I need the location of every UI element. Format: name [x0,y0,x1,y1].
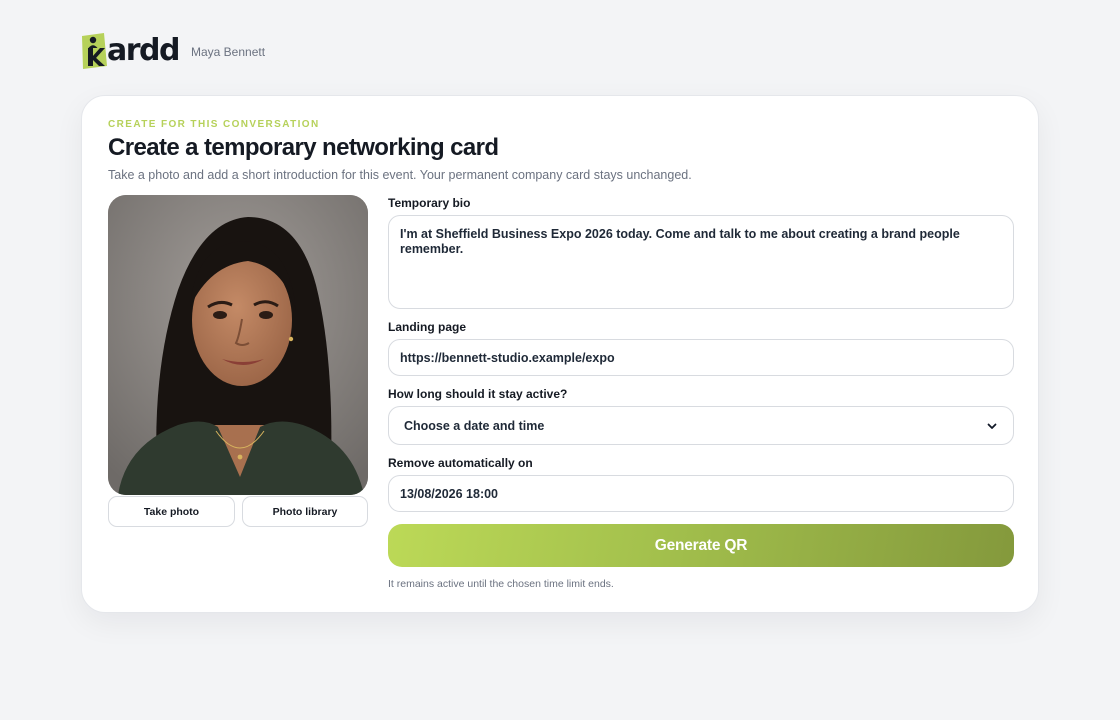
logo-k-mark-icon [80,32,108,70]
duration-label: How long should it stay active? [388,387,568,401]
bio-text: I'm at Sheffield Business Expo 2026 toda… [400,227,960,256]
chevron-down-icon [986,420,998,432]
landing-page-input[interactable]: https://bennett-studio.example/expo [388,339,1014,376]
user-name: Maya Bennett [191,45,266,59]
active-note: It remains active until the chosen time … [388,578,614,590]
remove-date-input[interactable]: 13/08/2026 18:00 [388,475,1014,512]
kardd-logo[interactable]: ardd [80,32,181,70]
take-photo-button[interactable]: Take photo [108,496,235,527]
landing-page-label: Landing page [388,320,466,334]
duration-selected-value: Choose a date and time [404,418,545,433]
portrait-image [108,195,368,495]
page-subtitle: Take a photo and add a short introductio… [108,168,692,182]
profile-photo[interactable] [108,195,368,495]
photo-library-button[interactable]: Photo library [242,496,368,527]
logo-wordmark: ardd [107,33,181,68]
section-eyebrow: CREATE FOR THIS CONVERSATION [108,119,320,130]
landing-page-value: https://bennett-studio.example/expo [400,350,615,365]
bio-textarea[interactable]: I'm at Sheffield Business Expo 2026 toda… [388,215,1014,309]
create-card-panel: CREATE FOR THIS CONVERSATION Create a te… [81,95,1039,613]
remove-date-value: 13/08/2026 18:00 [400,486,499,501]
bio-label: Temporary bio [388,196,471,210]
remove-date-label: Remove automatically on [388,456,533,470]
generate-qr-button[interactable]: Generate QR [388,524,1014,567]
duration-select[interactable]: Choose a date and time [388,406,1014,445]
page-title: Create a temporary networking card [108,134,499,161]
app-header: ardd Maya Bennett [80,32,265,70]
